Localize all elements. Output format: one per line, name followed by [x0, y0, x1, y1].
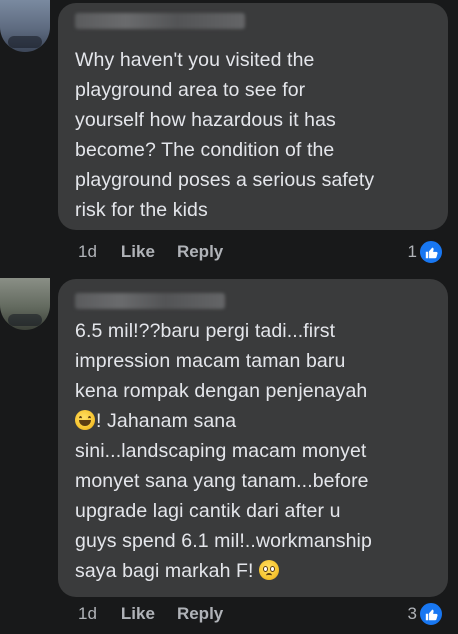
comment-text: Why haven't you visited the playground a… [75, 45, 436, 225]
comment-actions: 1d Like Reply [78, 242, 245, 262]
reaction-summary[interactable]: 1 [407, 239, 444, 265]
thumbs-up-icon [418, 601, 444, 627]
comment-line: upgrade lagi cantik dari after u [75, 500, 341, 522]
comment-line: risk for the kids [75, 199, 208, 221]
comment-bubble: 6.5 mil!??baru pergi tadi...first impres… [58, 279, 448, 597]
comment-line: become? The condition of the [75, 139, 335, 161]
reaction-count: 3 [407, 604, 417, 623]
comment-text: 6.5 mil!??baru pergi tadi...first impres… [75, 316, 436, 586]
reply-button[interactable]: Reply [177, 242, 223, 262]
like-button[interactable]: Like [121, 604, 155, 624]
commenter-avatar[interactable] [0, 0, 50, 52]
comment-line-text: saya bagi markah F! [75, 560, 260, 582]
comment-bubble: Why haven't you visited the playground a… [58, 3, 448, 230]
commenter-name-redacted[interactable] [75, 13, 245, 29]
flushed-face-icon [259, 560, 280, 580]
comment-timestamp[interactable]: 1d [78, 604, 97, 624]
comment-line: playground area to see for [75, 79, 306, 101]
reaction-summary[interactable]: 3 [407, 601, 444, 627]
reply-button[interactable]: Reply [177, 604, 223, 624]
comment-line: ! Jahanam sana [75, 406, 436, 436]
comment-line: 6.5 mil!??baru pergi tadi...first [75, 320, 336, 342]
comment-line-text: ! Jahanam sana [96, 410, 237, 432]
comments-thread: Why haven't you visited the playground a… [0, 0, 458, 634]
comment-actions: 1d Like Reply [78, 604, 245, 624]
commenter-avatar[interactable] [0, 278, 50, 330]
comment-line: playground poses a serious safety [75, 169, 375, 191]
reaction-count: 1 [407, 242, 417, 261]
comment-timestamp[interactable]: 1d [78, 242, 97, 262]
thumbs-up-icon [418, 239, 444, 265]
comment-line: saya bagi markah F! [75, 556, 436, 586]
comment-line: kena rompak dengan penjenayah [75, 380, 368, 402]
comment-line: yourself how hazardous it has [75, 109, 336, 131]
grinning-squinting-face-icon [75, 410, 95, 430]
comment-line: Why haven't you visited the [75, 49, 315, 71]
comment-line: monyet sana yang tanam...before [75, 470, 369, 492]
comment-line: impression macam taman baru [75, 350, 346, 372]
comment-line: sini...landscaping macam monyet [75, 440, 367, 462]
like-button[interactable]: Like [121, 242, 155, 262]
commenter-name-redacted[interactable] [75, 293, 225, 309]
comment-line: guys spend 6.1 mil!..workmanship [75, 530, 372, 552]
